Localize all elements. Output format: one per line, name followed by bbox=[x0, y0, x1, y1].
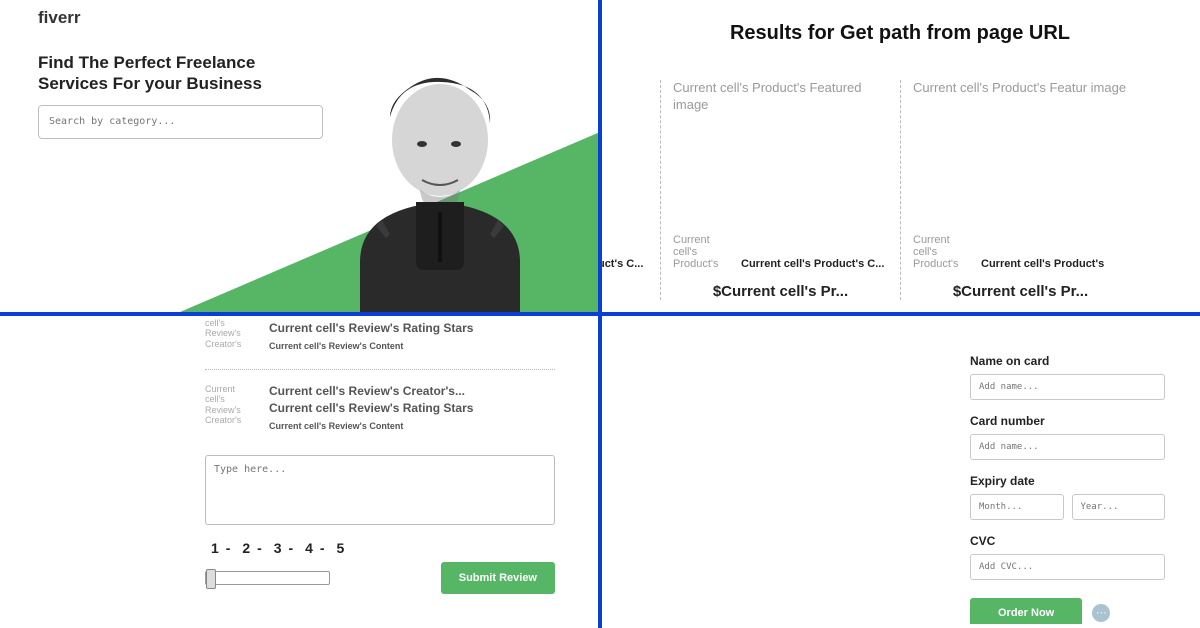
rating-scale: 1- 2- 3- 4- 5 bbox=[205, 540, 600, 556]
product-avatar-placeholder: Current cell's Product's bbox=[673, 234, 733, 270]
cvc-input[interactable] bbox=[970, 554, 1165, 580]
hero-pane: fiverr Find The Perfect Freelance Servic… bbox=[0, 0, 600, 312]
hero-headline: Find The Perfect Freelance Services For … bbox=[38, 52, 298, 95]
payment-form: Name on card Card number Expiry date CVC… bbox=[970, 354, 1165, 624]
expiry-label: Expiry date bbox=[970, 474, 1165, 488]
product-price: $Current cell's Pr... bbox=[901, 283, 1140, 300]
rating-1[interactable]: 1 bbox=[211, 540, 220, 556]
review-avatar-placeholder: cell's Review's Creator's bbox=[205, 318, 251, 351]
brand-logo: fiverr bbox=[38, 8, 600, 28]
headline-line-1: Find The Perfect Freelance bbox=[38, 53, 255, 72]
review-avatar-placeholder: Current cell's Review's Creator's bbox=[205, 384, 251, 431]
product-price: $Current cell's Pr... bbox=[661, 283, 900, 300]
review-stars: Current cell's Review's Rating Stars bbox=[269, 401, 555, 415]
card-number-input[interactable] bbox=[970, 434, 1165, 460]
hero-person-image bbox=[320, 62, 560, 312]
expiry-month-input[interactable] bbox=[970, 494, 1064, 520]
product-cards-row: ell's Product's Featured Current cell's … bbox=[600, 80, 1200, 300]
checkout-pane: Name on card Card number Expiry date CVC… bbox=[600, 312, 1200, 624]
review-content: Current cell's Review's Content bbox=[269, 341, 555, 351]
product-card[interactable]: ell's Product's Featured Current cell's … bbox=[600, 80, 660, 300]
grid-divider-vertical bbox=[598, 0, 602, 628]
submit-review-button[interactable]: Submit Review bbox=[441, 562, 555, 594]
expiry-year-input[interactable] bbox=[1072, 494, 1166, 520]
rating-slider[interactable] bbox=[205, 571, 330, 585]
product-featured-placeholder: Current cell's Product's Featur image bbox=[913, 80, 1128, 97]
more-options-icon[interactable]: ··· bbox=[1092, 604, 1110, 622]
product-featured-placeholder: Current cell's Product's Featured image bbox=[673, 80, 888, 114]
rating-4[interactable]: 4 bbox=[305, 540, 314, 556]
review-creator: Current cell's Review's Creator's... bbox=[269, 384, 555, 398]
name-input[interactable] bbox=[970, 374, 1165, 400]
review-item: cell's Review's Creator's Current cell's… bbox=[205, 312, 555, 361]
product-caption: Current cell's Product's C... bbox=[741, 258, 884, 270]
product-caption: Current cell's Product's C... bbox=[600, 258, 643, 270]
card-number-label: Card number bbox=[970, 414, 1165, 428]
order-now-button[interactable]: Order Now bbox=[970, 598, 1082, 624]
product-card[interactable]: Current cell's Product's Featur image Cu… bbox=[900, 80, 1140, 300]
product-card[interactable]: Current cell's Product's Featured image … bbox=[660, 80, 900, 300]
review-textarea[interactable] bbox=[205, 455, 555, 525]
rating-3[interactable]: 3 bbox=[274, 540, 283, 556]
cvc-label: CVC bbox=[970, 534, 1165, 548]
name-label: Name on card bbox=[970, 354, 1165, 368]
headline-line-2: Services For your Business bbox=[38, 74, 262, 93]
review-content: Current cell's Review's Content bbox=[269, 421, 555, 431]
product-caption: Current cell's Product's bbox=[981, 258, 1104, 270]
results-title: Results for Get path from page URL bbox=[600, 22, 1200, 45]
review-divider bbox=[205, 369, 555, 370]
review-stars: Current cell's Review's Rating Stars bbox=[269, 321, 555, 335]
slider-thumb[interactable] bbox=[206, 569, 216, 589]
product-price: urrent cell's Pr... bbox=[600, 283, 660, 300]
review-item: Current cell's Review's Creator's Curren… bbox=[205, 378, 555, 441]
rating-2[interactable]: 2 bbox=[242, 540, 251, 556]
product-avatar-placeholder: Current cell's Product's bbox=[913, 234, 973, 270]
results-pane: Results for Get path from page URL ell's… bbox=[600, 0, 1200, 312]
rating-5[interactable]: 5 bbox=[336, 540, 345, 556]
product-featured-placeholder: ell's Product's Featured bbox=[600, 80, 648, 97]
reviews-pane: cell's Review's Creator's Current cell's… bbox=[0, 312, 600, 624]
